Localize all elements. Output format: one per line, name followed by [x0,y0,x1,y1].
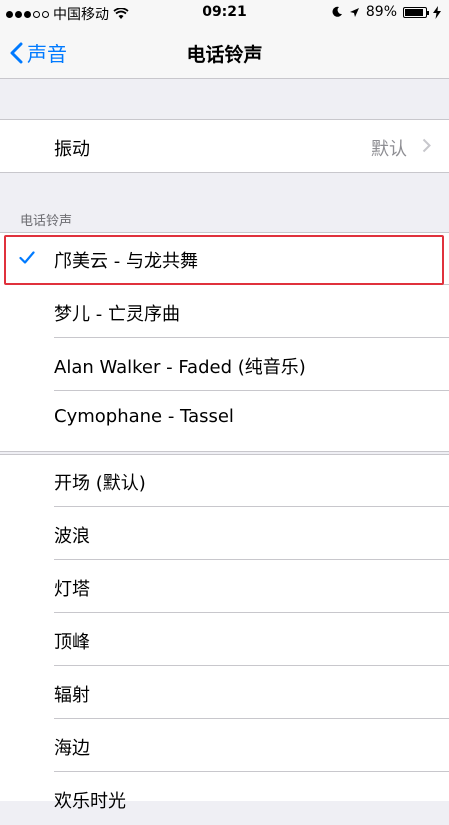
selection-highlight-box [4,235,444,285]
ringtone-label: 辐射 [54,685,90,706]
vibration-row[interactable]: 振动 默认 [0,119,449,173]
battery-percent: 89% [365,4,397,20]
page-title: 电话铃声 [186,44,263,66]
ringtone-item[interactable]: 海边 [0,720,449,772]
ringtone-item[interactable]: 顶峰 [0,614,449,666]
ringtone-label: Cymophane - Tassel [54,406,234,427]
divider [54,559,449,560]
divider [54,665,449,666]
ringtone-label: 波浪 [54,526,90,547]
ringtone-label: Alan Walker - Faded (纯音乐) [54,357,306,378]
divider [54,771,449,772]
vibration-value: 默认 [371,139,407,160]
divider [54,612,449,613]
ringtone-item[interactable]: 欢乐时光 [0,773,449,825]
ringtone-item[interactable]: 辐射 [0,667,449,719]
navigation-bar: 声音 电话铃声 [0,26,449,79]
battery-icon [403,6,429,18]
ringtone-label: 梦儿 - 亡灵序曲 [54,304,180,325]
status-bar: 中国移动 09:21 89% [0,0,449,26]
ringtone-label: 欢乐时光 [54,791,126,812]
divider [54,718,449,719]
status-right: 89% [331,4,441,20]
ringtone-item[interactable]: Cymophane - Tassel [0,392,449,444]
moon-icon [332,6,342,17]
ringtone-label: 海边 [54,738,90,759]
ringtone-item[interactable]: 梦儿 - 亡灵序曲 [0,286,449,338]
ringtone-label: 顶峰 [54,632,90,653]
builtin-ringtone-list: 开场 (默认) 波浪 灯塔 顶峰 辐射 海边 欢乐时光 [0,454,449,812]
ringtone-item[interactable]: 开场 (默认) [0,455,449,507]
ringtone-item[interactable]: 灯塔 [0,561,449,613]
ringtone-item[interactable]: Alan Walker - Faded (纯音乐) [0,339,449,391]
divider [54,337,449,338]
vibration-label: 振动 [54,139,90,160]
ringtone-item[interactable]: 波浪 [0,508,449,560]
chevron-right-icon [422,138,431,153]
charging-icon [433,5,441,19]
ringtone-label: 灯塔 [54,579,90,600]
section-header-ringtones: 电话铃声 [20,214,73,229]
location-arrow-icon [349,7,359,17]
divider [54,506,449,507]
ringtone-label: 开场 (默认) [54,473,146,494]
divider [54,390,449,391]
